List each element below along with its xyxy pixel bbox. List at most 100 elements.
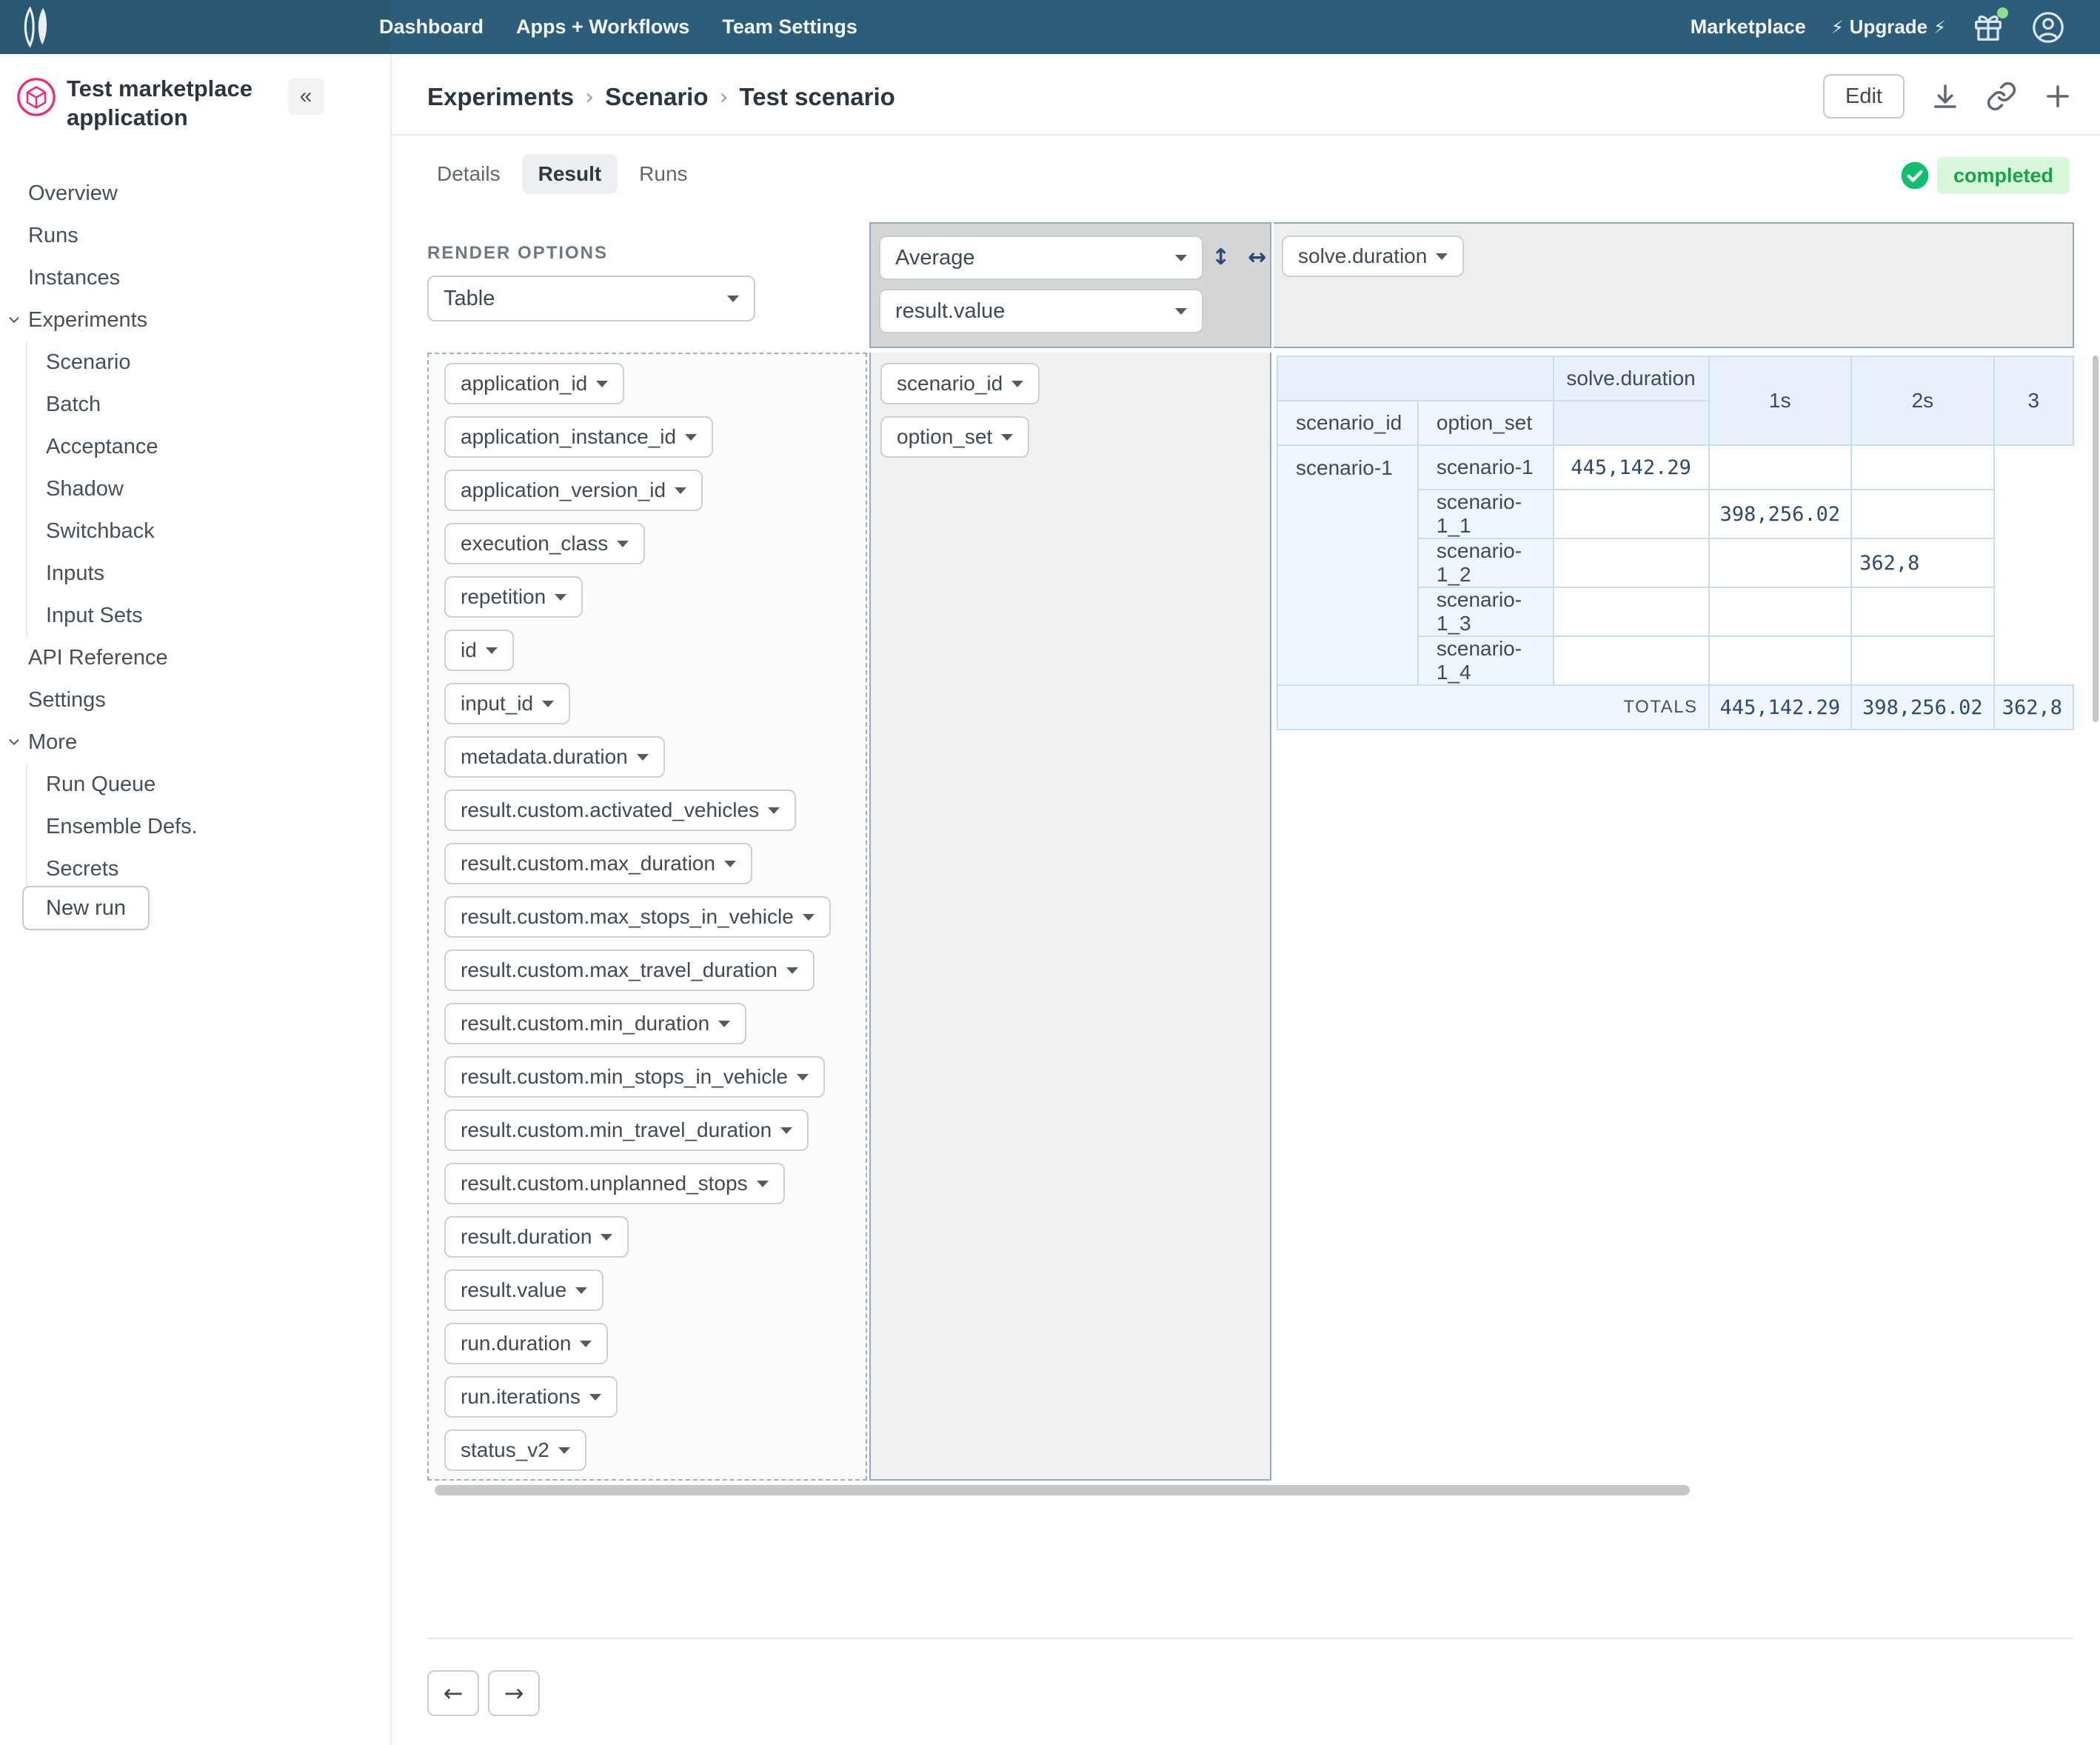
field-chip-activated-vehicles[interactable]: result.custom.activated_vehicles xyxy=(444,790,796,831)
field-chip-application-id[interactable]: application_id xyxy=(444,363,624,404)
row-field-chip-scenario-id[interactable]: scenario_id xyxy=(880,363,1040,404)
breadcrumb-separator: › xyxy=(720,84,729,110)
add-icon[interactable] xyxy=(2042,81,2073,112)
value-cell: 398,256.02 xyxy=(1709,490,1852,538)
edit-button[interactable]: Edit xyxy=(1823,74,1905,119)
field-chip-application-instance-id[interactable]: application_instance_id xyxy=(444,416,713,458)
experiments-subgroup: Scenario Batch Acceptance Shadow Switchb… xyxy=(26,341,389,637)
field-chip-result-value[interactable]: result.value xyxy=(444,1269,603,1311)
sidebar-item-ensemble-defs[interactable]: Ensemble Defs. xyxy=(27,806,389,848)
sidebar-item-switchback[interactable]: Switchback xyxy=(27,510,389,553)
tab-details[interactable]: Details xyxy=(427,154,510,194)
chevron-down-icon xyxy=(555,594,566,601)
blank-header-cell xyxy=(1554,401,1709,445)
sidebar-item-api-reference[interactable]: API Reference xyxy=(0,637,389,679)
field-chip-max-travel-duration[interactable]: result.custom.max_travel_duration xyxy=(444,950,815,991)
tab-bar: Details Result Runs xyxy=(427,154,698,194)
field-chip-max-duration[interactable]: result.custom.max_duration xyxy=(444,843,752,884)
app-title: Test marketplace application xyxy=(67,74,298,132)
gift-icon[interactable] xyxy=(1971,10,2005,44)
sort-vertical-icon[interactable]: ↕ xyxy=(1211,244,1230,270)
lightning-icon: ⚡ xyxy=(1831,17,1844,38)
sidebar-item-experiments[interactable]: Experiments xyxy=(0,299,389,341)
column-field-chip-solve-duration[interactable]: solve.duration xyxy=(1282,236,1464,277)
download-icon[interactable] xyxy=(1930,81,1961,112)
field-chip-metadata-duration[interactable]: metadata.duration xyxy=(444,736,665,778)
field-chip-run-duration[interactable]: run.duration xyxy=(444,1323,608,1364)
nav-marketplace[interactable]: Marketplace xyxy=(1691,16,1806,39)
field-chip-label: result.custom.max_stops_in_vehicle xyxy=(461,905,794,929)
sidebar-item-more[interactable]: More xyxy=(0,721,389,764)
field-chip-result-duration[interactable]: result.duration xyxy=(444,1216,629,1258)
sidebar-item-overview[interactable]: Overview xyxy=(0,173,389,215)
breadcrumb-scenario[interactable]: Scenario xyxy=(605,83,708,111)
renderer-select[interactable]: Table xyxy=(427,276,755,321)
aggregator-select[interactable]: Average xyxy=(879,236,1203,280)
chevron-down-icon xyxy=(1175,308,1187,315)
sidebar-item-inputs[interactable]: Inputs xyxy=(27,553,389,595)
field-chip-repetition[interactable]: repetition xyxy=(444,576,583,618)
chevron-down-icon xyxy=(1011,381,1023,387)
field-chip-input-id[interactable]: input_id xyxy=(444,683,570,724)
vertical-scrollbar[interactable] xyxy=(2093,356,2099,722)
value-cell xyxy=(1554,636,1709,685)
row-field-chip-option-set[interactable]: option_set xyxy=(880,416,1029,458)
field-chip-application-version-id[interactable]: application_version_id xyxy=(444,470,703,511)
available-fields-panel[interactable]: application_id application_instance_id a… xyxy=(427,353,867,1481)
table-row: scenario-1 scenario-1 445,142.29 xyxy=(1277,445,2073,490)
sidebar-item-scenario[interactable]: Scenario xyxy=(27,341,389,384)
upgrade-button[interactable]: ⚡ Upgrade ⚡ xyxy=(1831,16,1946,39)
value-cell xyxy=(1554,587,1709,636)
breadcrumb-experiments[interactable]: Experiments xyxy=(427,83,574,111)
field-chip-execution-class[interactable]: execution_class xyxy=(444,523,645,564)
field-chip-status-v2[interactable]: status_v2 xyxy=(444,1429,586,1471)
column-fields-panel[interactable]: solve.duration xyxy=(1274,222,2074,348)
sidebar-item-batch[interactable]: Batch xyxy=(27,384,389,426)
prev-page-button[interactable]: ← xyxy=(427,1670,479,1716)
field-chip-min-duration[interactable]: result.custom.min_duration xyxy=(444,1003,746,1044)
sidebar-item-shadow[interactable]: Shadow xyxy=(27,468,389,510)
value-cell xyxy=(1709,587,1852,636)
field-chip-run-iterations[interactable]: run.iterations xyxy=(444,1376,618,1418)
nav-apps-workflows[interactable]: Apps + Workflows xyxy=(516,16,689,39)
topbar-right: Marketplace ⚡ Upgrade ⚡ xyxy=(1691,0,2066,54)
field-chip-id[interactable]: id xyxy=(444,630,514,671)
footer-divider xyxy=(427,1638,2073,1639)
sidebar-item-settings[interactable]: Settings xyxy=(0,679,389,721)
next-page-button[interactable]: → xyxy=(488,1670,540,1716)
sidebar-item-runs[interactable]: Runs xyxy=(0,215,389,257)
field-chip-label: result.custom.min_travel_duration xyxy=(461,1118,772,1142)
sidebar-item-acceptance[interactable]: Acceptance xyxy=(27,426,389,468)
sidebar-collapse-button[interactable]: « xyxy=(288,78,324,115)
field-chip-max-stops-in-vehicle[interactable]: result.custom.max_stops_in_vehicle xyxy=(444,896,831,938)
sidebar-item-secrets[interactable]: Secrets xyxy=(27,848,389,890)
value-cell: 362,8 xyxy=(1851,538,1994,587)
field-chip-unplanned-stops[interactable]: result.custom.unplanned_stops xyxy=(444,1163,785,1204)
sidebar-item-input-sets[interactable]: Input Sets xyxy=(27,595,389,637)
sidebar-item-instances[interactable]: Instances xyxy=(0,257,389,299)
sidebar-item-run-queue[interactable]: Run Queue xyxy=(27,764,389,806)
row-fields-panel[interactable]: scenario_id option_set xyxy=(869,353,1271,1481)
value-cell xyxy=(1709,636,1852,685)
field-chip-label: application_instance_id xyxy=(461,425,676,449)
field-chip-min-travel-duration[interactable]: result.custom.min_travel_duration xyxy=(444,1110,809,1151)
totals-cell: 445,142.29 xyxy=(1709,685,1852,730)
value-cell xyxy=(1851,587,1994,636)
new-run-button[interactable]: New run xyxy=(22,886,150,930)
nextmv-logo-icon[interactable] xyxy=(19,7,61,47)
nav-team-settings[interactable]: Team Settings xyxy=(722,16,857,39)
column-header-3s: 3 xyxy=(1994,356,2073,445)
copy-link-icon[interactable] xyxy=(1986,81,2017,112)
field-chip-label: metadata.duration xyxy=(461,745,628,769)
chevron-down-icon xyxy=(575,1287,587,1294)
aggregator-field-select[interactable]: result.value xyxy=(879,289,1203,333)
breadcrumb-separator: › xyxy=(585,84,594,110)
tab-result[interactable]: Result xyxy=(522,154,618,194)
sort-horizontal-icon[interactable]: ↔ xyxy=(1248,244,1266,270)
nav-dashboard[interactable]: Dashboard xyxy=(379,16,484,39)
account-avatar-icon[interactable] xyxy=(2030,10,2066,45)
tab-runs[interactable]: Runs xyxy=(629,154,697,194)
chevron-down-icon xyxy=(768,807,780,814)
horizontal-scrollbar[interactable] xyxy=(435,1485,1690,1495)
field-chip-min-stops-in-vehicle[interactable]: result.custom.min_stops_in_vehicle xyxy=(444,1056,825,1098)
